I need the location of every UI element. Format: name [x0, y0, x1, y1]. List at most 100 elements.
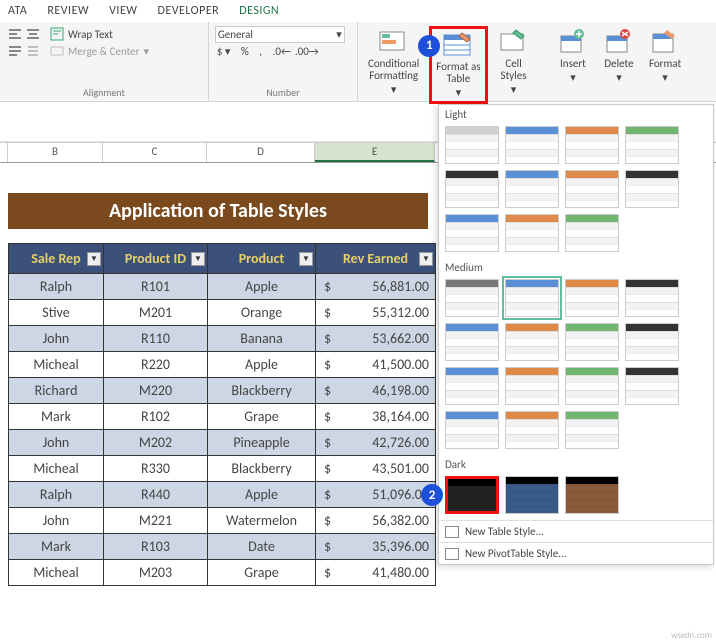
table-row[interactable]: MichealR220Apple$41,500.00 — [9, 352, 436, 378]
table-style-thumb[interactable] — [445, 323, 499, 361]
table-style-thumb[interactable] — [445, 476, 499, 514]
table-row[interactable]: MichealM203Grape$41,480.00 — [9, 560, 436, 586]
delete-button[interactable]: Delete▾ — [599, 26, 639, 86]
increase-decimal-button[interactable]: .0← — [273, 45, 291, 58]
group-number: General▾ $ ▾ % , .0← .00→ Number — [209, 22, 358, 101]
table-style-thumb[interactable] — [625, 367, 679, 405]
new-table-style-button[interactable]: New Table Style... — [439, 520, 713, 542]
col-d[interactable]: D — [207, 143, 315, 162]
table-style-thumb[interactable] — [565, 476, 619, 514]
ribbon-tabs: ATA REVIEW VIEW DEVELOPER DESIGN — [0, 0, 716, 22]
table-style-thumb[interactable] — [505, 126, 559, 164]
tab-design[interactable]: DESIGN — [239, 4, 279, 18]
table-style-thumb[interactable] — [505, 214, 559, 252]
table-style-thumb[interactable] — [505, 411, 559, 449]
table-row[interactable]: MarkR102Grape$38,164.00 — [9, 404, 436, 430]
comma-button[interactable]: , — [259, 45, 262, 58]
conditional-formatting-button[interactable]: Conditional Formatting▾ — [364, 26, 423, 98]
group-alignment: Wrap Text Merge & Center ▾ Alignment — [0, 22, 209, 101]
filter-icon[interactable]: ▼ — [419, 252, 433, 266]
delete-icon — [603, 28, 635, 56]
format-as-table-button[interactable]: 1 Format as Table▾ — [429, 26, 487, 104]
table-style-thumb[interactable] — [445, 411, 499, 449]
percent-button[interactable]: % — [241, 45, 249, 58]
align-top-row[interactable] — [6, 26, 42, 42]
table-style-thumb[interactable] — [565, 279, 619, 317]
header-sale-rep[interactable]: Sale Rep▼ — [9, 244, 104, 274]
tab-view[interactable]: VIEW — [109, 4, 137, 18]
table-style-thumb[interactable] — [565, 367, 619, 405]
table-style-gallery: Light Medium Dark 2 New Table Style... N… — [438, 104, 714, 565]
header-product-id[interactable]: Product ID▼ — [104, 244, 208, 274]
align-icon — [8, 27, 22, 41]
table-row[interactable]: StiveM201Orange$55,312.00 — [9, 300, 436, 326]
table-style-thumb[interactable] — [625, 323, 679, 361]
tab-review[interactable]: REVIEW — [47, 4, 89, 18]
table-row[interactable]: JohnM202Pineapple$42,726.00 — [9, 430, 436, 456]
page-title: Application of Table Styles — [8, 193, 428, 229]
align-icon — [8, 44, 22, 58]
filter-icon[interactable]: ▼ — [87, 252, 101, 266]
wrap-text-button[interactable]: Wrap Text — [48, 26, 151, 42]
table-row[interactable]: RalphR101Apple$56,881.00 — [9, 274, 436, 300]
filter-icon[interactable]: ▼ — [191, 252, 205, 266]
merge-center-button[interactable]: Merge & Center ▾ — [48, 43, 151, 59]
group-cells: Insert▾ Delete▾ Format▾ — [547, 22, 716, 101]
table-row[interactable]: JohnR110Banana$53,662.00 — [9, 326, 436, 352]
cell-styles-icon — [498, 28, 530, 56]
gallery-section-light: Light — [439, 105, 713, 124]
table-style-thumb[interactable] — [565, 323, 619, 361]
table-style-thumb[interactable] — [445, 367, 499, 405]
data-table: Sale Rep▼ Product ID▼ Product▼ Rev Earne… — [8, 243, 436, 586]
pivot-icon — [445, 548, 459, 560]
number-format-value: General — [218, 28, 253, 41]
decrease-decimal-button[interactable]: .00→ — [295, 45, 319, 58]
table-style-thumb[interactable] — [445, 170, 499, 208]
table-style-thumb[interactable] — [565, 214, 619, 252]
col-c[interactable]: C — [103, 143, 207, 162]
insert-button[interactable]: Insert▾ — [553, 26, 593, 86]
table-style-thumb[interactable] — [625, 170, 679, 208]
table-row[interactable]: MichealR330Blackberry$43,501.00 — [9, 456, 436, 482]
header-product[interactable]: Product▼ — [208, 244, 316, 274]
ribbon: Wrap Text Merge & Center ▾ Alignment Gen… — [0, 22, 716, 102]
align-icon — [26, 27, 40, 41]
group-label-number: Number — [215, 86, 351, 99]
format-button[interactable]: Format▾ — [645, 26, 685, 86]
table-row[interactable]: RalphR440Apple$51,096.00 — [9, 482, 436, 508]
cell-styles-button[interactable]: Cell Styles▾ — [494, 26, 534, 98]
new-pivot-style-button[interactable]: New PivotTable Style... — [439, 542, 713, 564]
table-style-thumb[interactable] — [505, 367, 559, 405]
table-style-thumb[interactable] — [565, 411, 619, 449]
delete-label: Delete — [604, 58, 633, 70]
merge-icon — [50, 44, 64, 58]
currency-button[interactable]: $ ▾ — [217, 45, 231, 58]
table-row[interactable]: JohnM221Watermelon$56,382.00 — [9, 508, 436, 534]
col-b[interactable]: B — [8, 143, 103, 162]
table-style-thumb[interactable] — [505, 279, 559, 317]
table-style-thumb[interactable] — [505, 170, 559, 208]
table-style-thumb[interactable] — [505, 323, 559, 361]
number-buttons: $ ▾ % , .0← .00→ — [215, 44, 321, 59]
table-style-thumb[interactable] — [445, 126, 499, 164]
tab-data[interactable]: ATA — [8, 4, 27, 18]
filter-icon[interactable]: ▼ — [299, 252, 313, 266]
header-rev-earned[interactable]: Rev Earned▼ — [316, 244, 436, 274]
table-style-thumb[interactable] — [505, 476, 559, 514]
table-style-thumb[interactable] — [625, 126, 679, 164]
table-row[interactable]: RichardM220Blackberry$46,198.00 — [9, 378, 436, 404]
table-style-thumb[interactable] — [445, 279, 499, 317]
table-row[interactable]: MarkR103Date$35,396.00 — [9, 534, 436, 560]
conditional-formatting-label: Conditional Formatting — [368, 58, 419, 82]
col-e[interactable]: E — [315, 143, 435, 162]
table-style-thumb[interactable] — [625, 279, 679, 317]
table-style-thumb[interactable] — [565, 170, 619, 208]
table-style-thumb[interactable] — [445, 214, 499, 252]
format-as-table-label: Format as Table — [436, 61, 480, 85]
number-format-select[interactable]: General▾ — [215, 26, 345, 43]
gallery-section-medium: Medium — [439, 258, 713, 277]
table-style-thumb[interactable] — [565, 126, 619, 164]
align-bottom-row[interactable] — [6, 43, 42, 59]
group-styles: Conditional Formatting▾ 1 Format as Tabl… — [358, 22, 547, 101]
tab-developer[interactable]: DEVELOPER — [157, 4, 219, 18]
